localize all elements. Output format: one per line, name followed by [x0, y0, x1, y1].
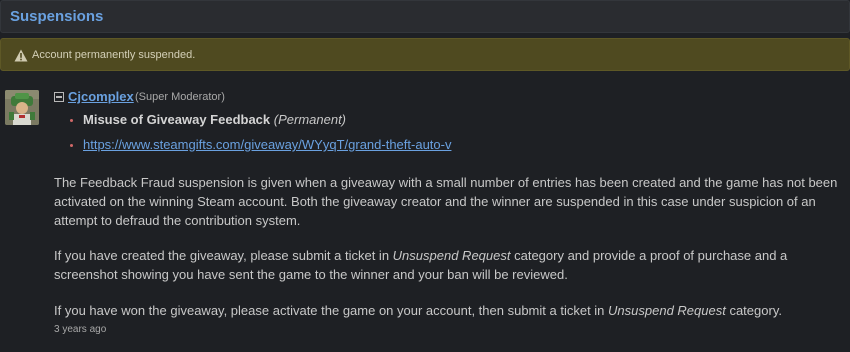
category-name: Unsuspend Request — [608, 303, 726, 318]
reason-duration: (Permanent) — [273, 112, 347, 127]
explanation-paragraph: The Feedback Fraud suspension is given w… — [54, 175, 838, 228]
reason-title: Misuse of Giveaway Feedback — [83, 112, 271, 127]
suspensions-page: Suspensions Account permanently suspende… — [0, 0, 850, 352]
comment-timestamp: 3 years ago — [54, 324, 107, 335]
category-name: Unsuspend Request — [392, 248, 511, 263]
giveaway-link[interactable]: https://www.steamgifts.com/giveaway/WYyq… — [83, 137, 451, 152]
paragraph-text: category. — [725, 303, 782, 318]
suspension-alert: Account permanently suspended. — [0, 38, 850, 71]
avatar-image — [5, 90, 39, 125]
suspension-reason: Misuse of Giveaway Feedback (Permanent) — [83, 112, 346, 127]
author-role: (Super Moderator) — [135, 91, 225, 103]
section-title: Suspensions — [10, 8, 104, 25]
collapse-icon[interactable] — [54, 92, 64, 102]
section-header: Suspensions — [0, 0, 850, 33]
paragraph-text: If you have created the giveaway, please… — [54, 248, 393, 263]
paragraph-text: If you have won the giveaway, please act… — [54, 303, 609, 318]
alert-message: Account permanently suspended. — [32, 49, 196, 61]
bullet-icon — [70, 119, 73, 122]
creator-instructions-paragraph: If you have created the giveaway, please… — [54, 246, 844, 284]
bullet-icon — [70, 144, 73, 147]
author-name-link[interactable]: Cjcomplex — [68, 89, 134, 104]
avatar[interactable] — [5, 90, 39, 125]
warning-icon — [14, 49, 28, 62]
winner-instructions-paragraph: If you have won the giveaway, please act… — [54, 301, 844, 320]
